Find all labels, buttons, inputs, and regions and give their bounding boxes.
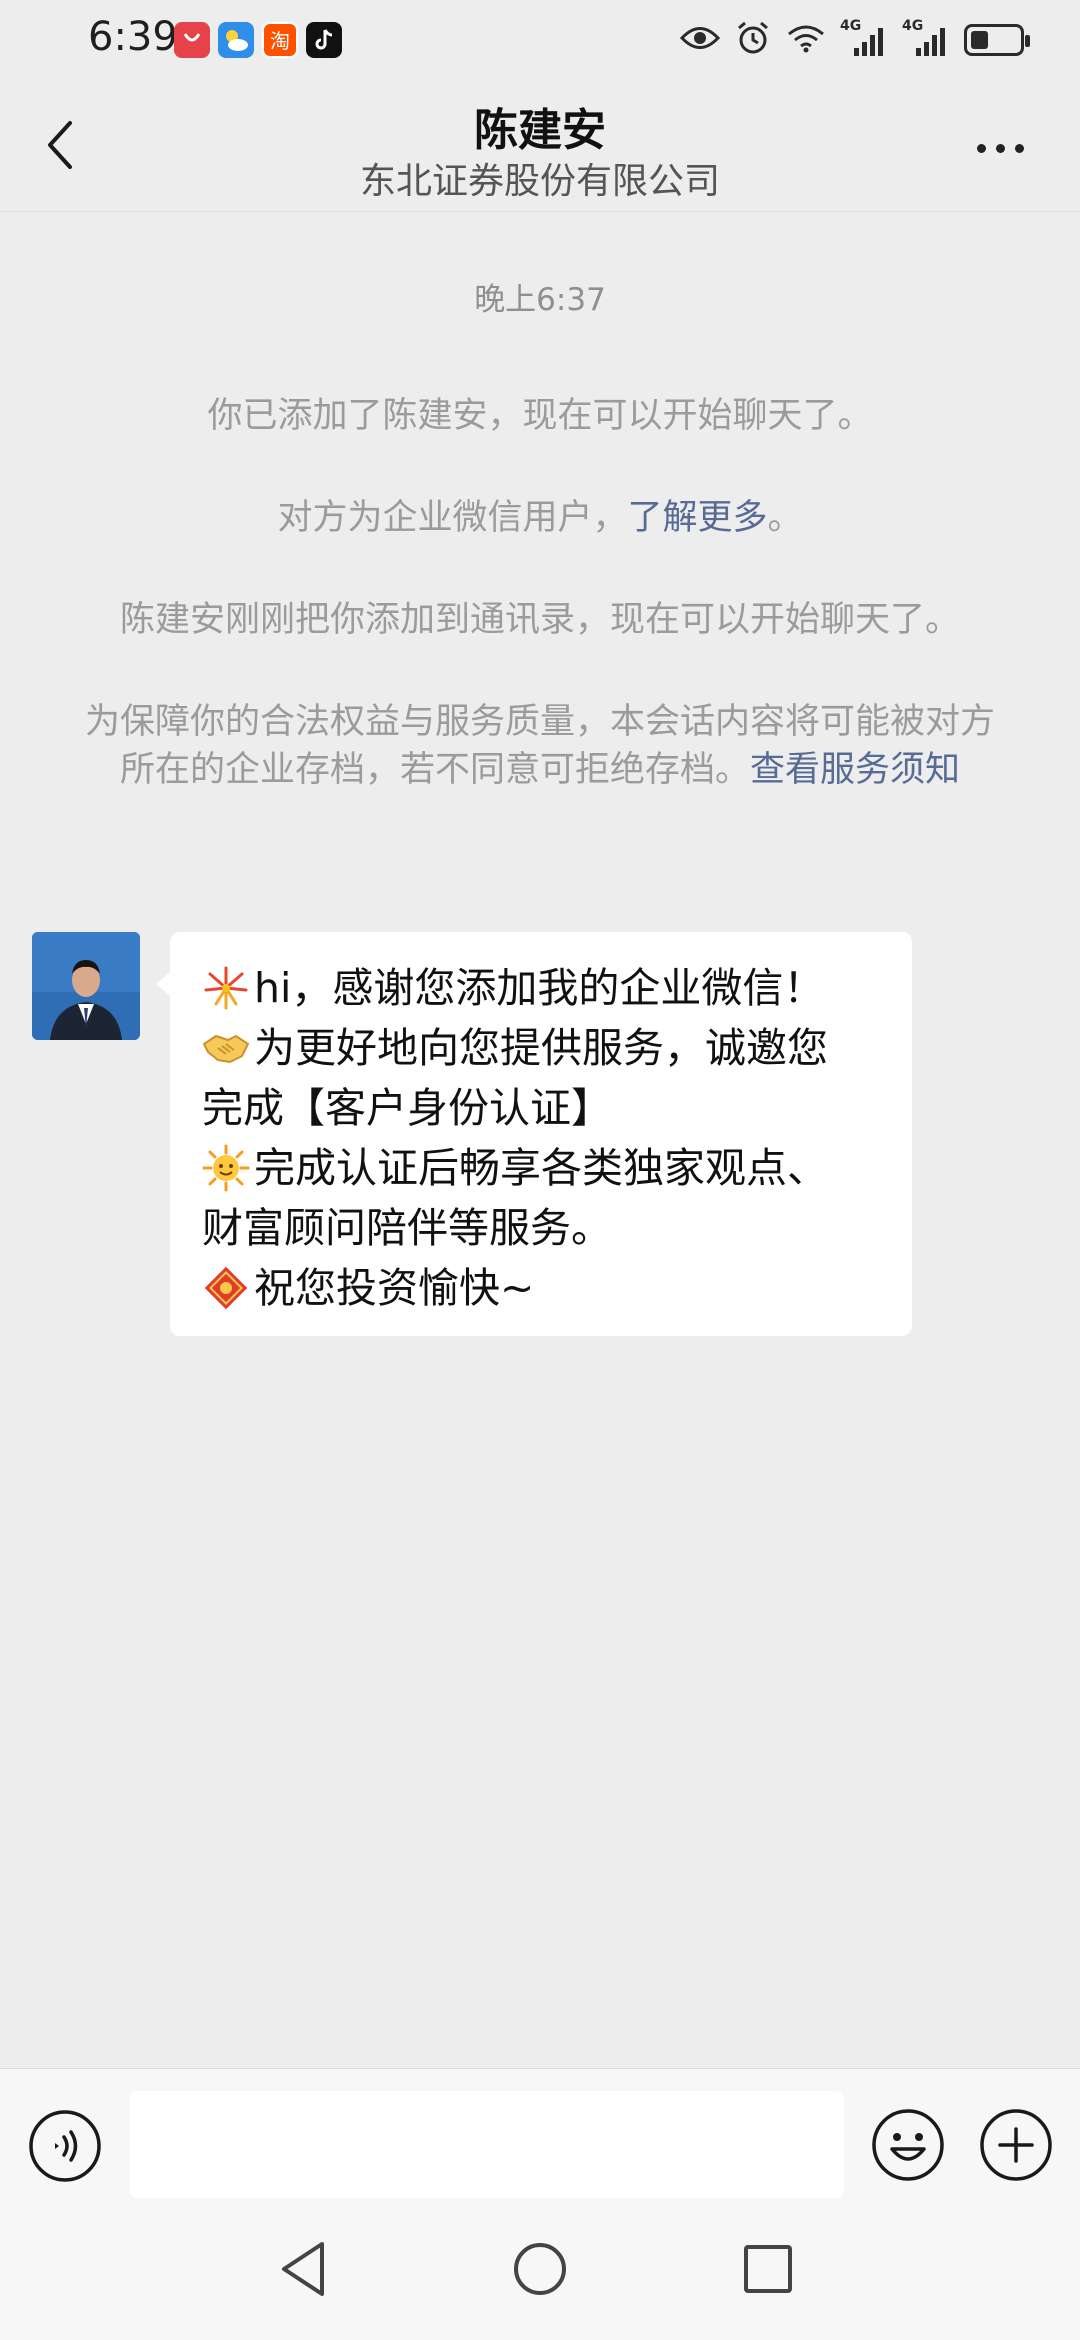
- tiktok-icon: [306, 22, 342, 58]
- learn-more-link[interactable]: 了解更多: [627, 498, 767, 538]
- more-functions-button[interactable]: [978, 2107, 1054, 2183]
- alarm-icon: [734, 19, 772, 61]
- huawei-appgallery-icon: [174, 22, 210, 58]
- message-text: 为更好地向您提供服务，诚邀您: [254, 1024, 828, 1072]
- plus-icon: [980, 2109, 1052, 2181]
- voice-input-button[interactable]: [28, 2109, 102, 2183]
- square-recents-icon: [744, 2245, 792, 2293]
- triangle-back-icon: [282, 2242, 324, 2296]
- nav-back-button[interactable]: [270, 2234, 340, 2304]
- system-message-enterprise: 对方为企业微信用户，了解更多。: [80, 494, 1000, 542]
- more-options-button[interactable]: [960, 120, 1040, 176]
- svg-text:淘: 淘: [270, 29, 290, 53]
- message-text: 完成认证后畅享各类独家观点、: [254, 1144, 828, 1192]
- fortune-emoji: [204, 1266, 248, 1310]
- message-line: 财富顾问陪伴等服务。: [202, 1198, 888, 1258]
- contact-company: 东北证券股份有限公司: [359, 161, 720, 202]
- status-time: 6:39: [88, 14, 178, 60]
- message-text: 祝您投资愉快~: [254, 1264, 535, 1312]
- input-bar: [0, 2068, 1080, 2199]
- system-nav-bar: [0, 2198, 1080, 2340]
- status-bar: 6:39 淘 4G 4G: [0, 0, 1080, 80]
- enterprise-suffix: 。: [767, 498, 803, 538]
- nav-home-button[interactable]: [505, 2234, 575, 2304]
- fireworks-emoji: [204, 966, 248, 1010]
- voice-icon: [29, 2110, 101, 2182]
- message-text: 完成【客户身份认证】: [202, 1084, 612, 1132]
- eye-comfort-icon: [679, 23, 721, 57]
- nav-recents-button[interactable]: [733, 2234, 803, 2304]
- chat-header: 陈建安 东北证券股份有限公司: [0, 80, 1080, 212]
- weather-icon: [218, 22, 254, 58]
- message-line: 为更好地向您提供服务，诚邀您: [202, 1018, 888, 1078]
- message-text: hi，感谢您添加我的企业微信！: [254, 964, 825, 1012]
- service-terms-link[interactable]: 查看服务须知: [750, 750, 960, 790]
- smiley-icon: [872, 2109, 944, 2181]
- system-message-added: 你已添加了陈建安，现在可以开始聊天了。: [207, 396, 873, 436]
- enterprise-text: 对方为企业微信用户，: [277, 498, 628, 538]
- battery-icon: [964, 24, 1030, 56]
- wifi-icon: [786, 22, 826, 58]
- more-dot: [976, 143, 986, 153]
- message-text: 财富顾问陪伴等服务。: [202, 1204, 612, 1252]
- message-bubble[interactable]: hi，感谢您添加我的企业微信！ 为更好地向您提供服务，诚邀您 完成【客户身份认证…: [156, 932, 912, 1336]
- status-icons: 4G 4G: [679, 18, 1030, 62]
- system-message-contact-added: 陈建安刚刚把你添加到通讯录，现在可以开始聊天了。: [119, 600, 960, 640]
- system-message-archive: 为保障你的合法权益与服务质量，本会话内容将可能被对方所在的企业存档，若不同意可拒…: [84, 698, 996, 794]
- circle-home-icon: [514, 2243, 566, 2295]
- message-line: 完成【客户身份认证】: [202, 1078, 888, 1138]
- taobao-icon: 淘: [262, 22, 298, 58]
- more-dot: [1014, 143, 1024, 153]
- signal-4g-icon: 4G: [902, 18, 950, 60]
- contact-name: 陈建安: [474, 105, 606, 156]
- more-dot: [995, 143, 1005, 153]
- message-timestamp: 晚上6:37: [474, 282, 606, 318]
- message-line: 完成认证后畅享各类独家观点、: [202, 1138, 888, 1198]
- battery-level: [971, 31, 988, 49]
- sun-emoji: [202, 1144, 250, 1192]
- emoji-button[interactable]: [870, 2107, 946, 2183]
- message-input[interactable]: [130, 2091, 844, 2199]
- handshake-emoji: [202, 1034, 250, 1064]
- contact-avatar[interactable]: [32, 932, 140, 1040]
- message-line: 祝您投资愉快~: [202, 1258, 888, 1318]
- message-line: hi，感谢您添加我的企业微信！: [202, 958, 888, 1018]
- signal-4g-icon: 4G: [840, 18, 888, 60]
